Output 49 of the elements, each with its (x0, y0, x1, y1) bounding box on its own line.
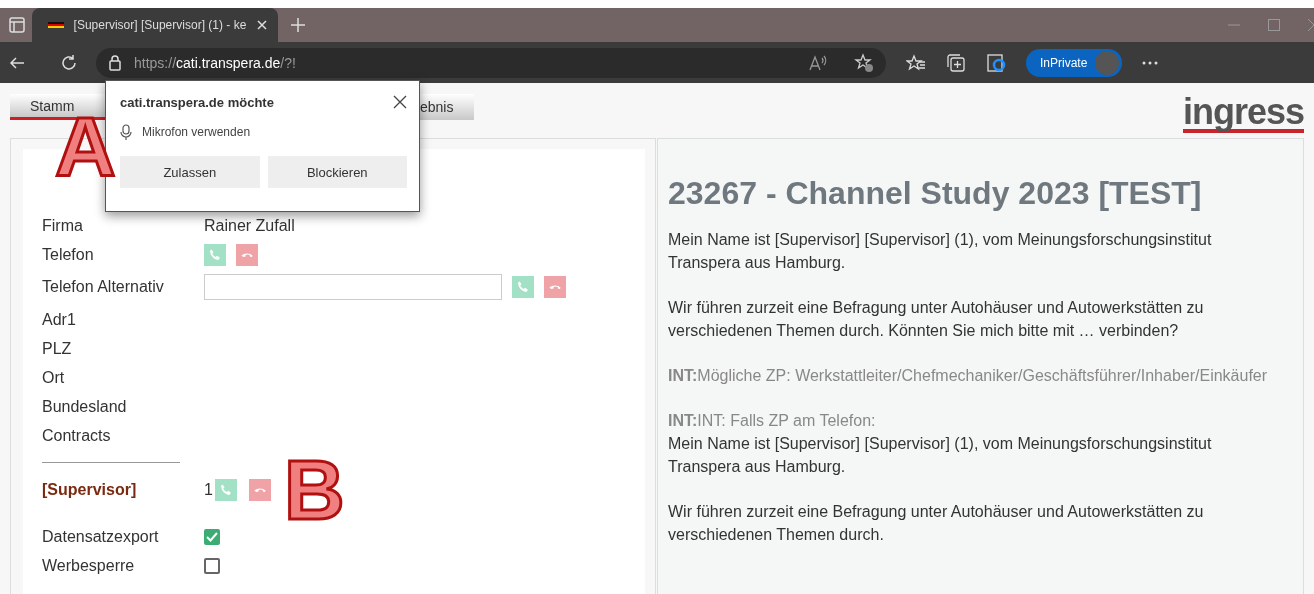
annotation-letter: B (284, 448, 345, 532)
field-label: Ort (42, 368, 66, 387)
sidebar-icon[interactable] (8, 16, 26, 34)
flag-icon (48, 22, 64, 28)
field-label: Datensatzexport (42, 527, 160, 546)
checkbox[interactable] (204, 557, 220, 574)
new-tab-icon[interactable] (290, 17, 306, 33)
lock-icon (108, 54, 122, 71)
field-label: Contracts (42, 426, 112, 445)
close-icon[interactable] (393, 95, 407, 109)
script-paragraph: Mein Name ist [Supervisor] [Supervisor] (1), vom Meinungsforschungsinstitut Transpera aus Hamburg. (668, 230, 1213, 273)
checkbox[interactable] (204, 528, 220, 545)
field-label: Telefon Alternativ (42, 278, 165, 296)
phone-input[interactable] (204, 274, 502, 300)
interviewer-instruction: INT:Mögliche ZP: Werkstattleiter/Chefmechaniker/Geschäftsführer/Inhaber/Einkäufer (668, 366, 1268, 386)
microphone-icon (120, 124, 132, 140)
browser-tab[interactable]: [Supervisor] [Supervisor] (1) - ke (32, 8, 278, 42)
contact-count: 1 (204, 480, 213, 499)
logo: ingress (1182, 95, 1304, 133)
hang-up-icon[interactable] (248, 478, 271, 501)
address-bar[interactable]: https://cati.transpera.de/?! (96, 47, 886, 78)
permission-request: Mikrofon verwenden (142, 125, 251, 139)
field-label: Firma (42, 216, 84, 235)
script-paragraph: Wir führen zurzeit eine Befragung unter Autohäuser und Autowerkstätten zu verschiedenen Themen durch. Könnten Sie mich bitte mit … verbinden? (668, 298, 1205, 341)
field-value: Rainer Zufall (204, 216, 295, 235)
field-label: Bundesland (42, 397, 128, 416)
interviewer-instruction: INT:INT: Falls ZP am Telefon: (668, 411, 877, 431)
survey-title: 23267 - Channel Study 2023 [TEST] (668, 175, 1203, 212)
read-aloud-icon[interactable] (808, 53, 828, 72)
more-icon[interactable] (1142, 60, 1159, 65)
field-label: [Supervisor] (42, 480, 138, 499)
avatar-icon (1095, 50, 1120, 75)
hang-up-icon[interactable] (236, 243, 258, 266)
refresh-icon[interactable] (60, 53, 78, 72)
collections-icon[interactable] (946, 52, 966, 73)
ie-mode-icon[interactable] (986, 52, 1006, 73)
field-label: Adr1 (42, 310, 77, 329)
inprivate-button[interactable]: InPrivate (1026, 48, 1123, 77)
script-paragraph: Mein Name ist [Supervisor] [Supervisor] (1), vom Meinungsforschungsinstitut Transpera aus Hamburg. (668, 434, 1213, 477)
favorites-icon[interactable] (906, 53, 926, 72)
dialog-button[interactable]: Zulassen (120, 156, 260, 188)
script-paragraph: Wir führen zurzeit eine Befragung unter Autohäuser und Autowerkstätten zu verschiedenen Themen durch. (668, 502, 1205, 545)
add-favorite-icon[interactable] (854, 52, 874, 73)
field-label: Telefon (42, 245, 95, 264)
dialog-title: cati.transpera.de möchte (120, 95, 274, 110)
field-label: Werbesperre (42, 556, 136, 575)
maximize-icon[interactable] (1268, 19, 1280, 31)
dialog-button[interactable]: Blockieren (267, 156, 407, 188)
field-label: PLZ (42, 339, 73, 358)
